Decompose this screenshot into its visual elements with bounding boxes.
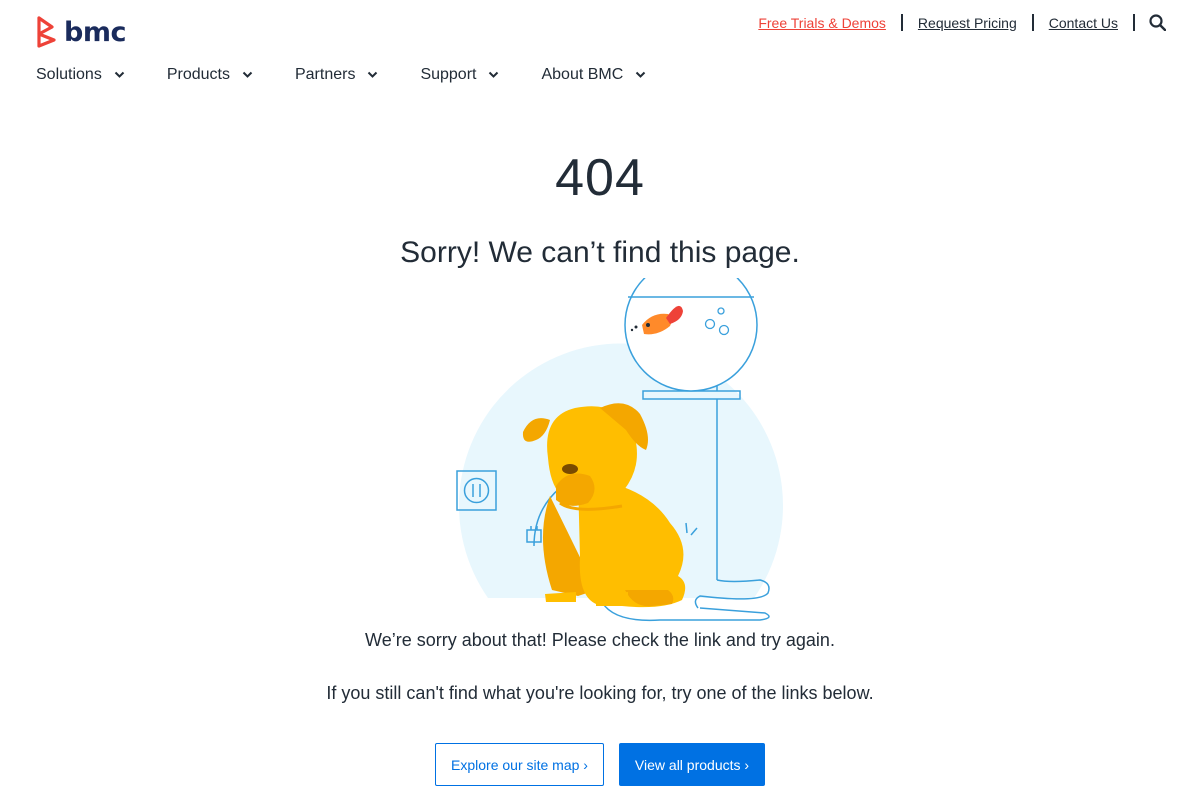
chevron-down-icon bbox=[368, 71, 378, 78]
chevron-down-icon bbox=[636, 71, 646, 78]
logo-text: bmc bbox=[64, 16, 126, 48]
bmc-logo-mark-icon bbox=[37, 16, 56, 48]
search-icon[interactable] bbox=[1135, 14, 1166, 31]
main-nav: Solutions Products Partners Support Abou… bbox=[36, 66, 688, 84]
error-code: 404 bbox=[555, 149, 645, 207]
dog-fishbowl-illustration bbox=[456, 278, 783, 622]
nav-item-label: Solutions bbox=[36, 66, 102, 83]
error-help-message: If you still can't find what you're look… bbox=[326, 683, 874, 703]
request-pricing-link[interactable]: Request Pricing bbox=[903, 15, 1032, 31]
site-map-button[interactable]: Explore our site map › bbox=[435, 743, 604, 786]
nav-item-label: Products bbox=[166, 66, 230, 83]
utility-nav: Free Trials & Demos Request Pricing Cont… bbox=[743, 14, 1166, 31]
nav-item-products[interactable]: Products bbox=[167, 66, 253, 84]
bmc-logo[interactable]: bmc bbox=[36, 16, 126, 48]
free-trials-link[interactable]: Free Trials & Demos bbox=[743, 15, 901, 31]
nav-item-label: Support bbox=[420, 66, 477, 83]
error-title: Sorry! We can’t find this page. bbox=[400, 236, 800, 269]
contact-us-link[interactable]: Contact Us bbox=[1034, 15, 1133, 31]
nav-item-support[interactable]: Support bbox=[420, 66, 499, 84]
error-actions: Explore our site map › View all products… bbox=[0, 743, 1200, 786]
nav-item-solutions[interactable]: Solutions bbox=[36, 66, 125, 84]
nav-item-label: About BMC bbox=[541, 66, 624, 83]
nav-item-about-bmc[interactable]: About BMC bbox=[541, 66, 646, 84]
nav-item-label: Partners bbox=[294, 66, 356, 83]
chevron-down-icon bbox=[242, 71, 253, 78]
view-products-button[interactable]: View all products › bbox=[619, 743, 765, 786]
chevron-down-icon bbox=[114, 71, 125, 78]
chevron-down-icon bbox=[489, 71, 499, 78]
nav-item-partners[interactable]: Partners bbox=[295, 66, 378, 84]
error-message: We’re sorry about that! Please check the… bbox=[365, 630, 835, 650]
